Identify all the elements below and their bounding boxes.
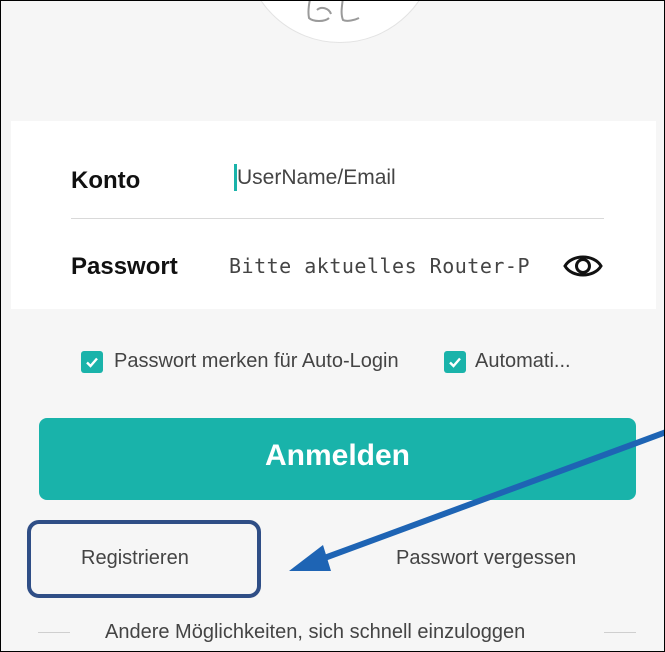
checkmark-icon [86, 357, 98, 368]
avatar [244, 1, 436, 43]
login-screen: Konto Passwort Passwort merken für Auto-… [0, 0, 665, 652]
password-label: Passwort [71, 253, 178, 280]
highlight-box [27, 520, 261, 598]
checkmark-icon [449, 357, 461, 368]
alt-divider-left [38, 632, 70, 633]
field-divider [71, 218, 604, 219]
password-input[interactable] [229, 254, 553, 278]
remember-checkbox[interactable] [81, 350, 103, 373]
remember-label: Passwort merken für Auto-Login [114, 350, 399, 372]
login-button[interactable]: Anmelden [39, 418, 636, 500]
forgot-password-link[interactable]: Passwort vergessen [396, 547, 576, 570]
avatar-illustration [307, 1, 360, 22]
remember-option[interactable]: Passwort merken für Auto-Login [81, 350, 399, 373]
account-label: Konto [71, 167, 141, 194]
text-caret [234, 164, 237, 191]
eye-icon[interactable] [563, 250, 603, 287]
account-input[interactable] [237, 166, 597, 190]
alt-login-text: Andere Möglichkeiten, sich schnell einzu… [105, 621, 526, 643]
auto-login-label: Automati... [475, 350, 571, 372]
auto-login-option[interactable]: Automati... [444, 350, 571, 373]
alt-divider-right [604, 632, 636, 633]
auto-login-checkbox[interactable] [444, 350, 466, 373]
